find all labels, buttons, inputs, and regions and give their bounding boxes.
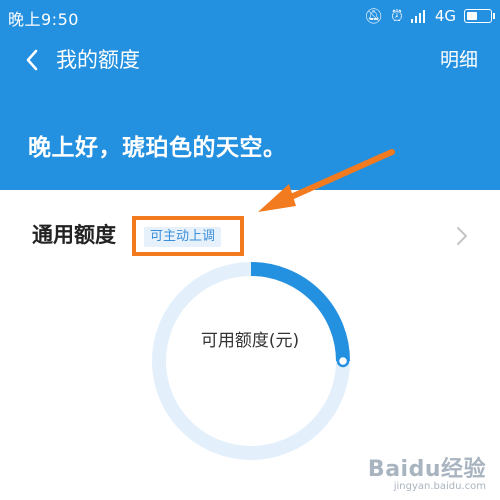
back-button[interactable] xyxy=(12,40,52,80)
quota-title: 通用额度 xyxy=(32,223,116,247)
signal-icon xyxy=(410,9,427,23)
network-type: 4G xyxy=(434,7,456,25)
greeting-text: 晚上好，琥珀色的天空。 xyxy=(28,135,287,161)
watermark-logo: Baidu经验 xyxy=(367,457,486,482)
quota-gauge xyxy=(152,262,350,460)
status-time: 晚上9:50 xyxy=(8,10,79,29)
alarm-icon: ⏰︎ xyxy=(391,7,403,25)
page-title: 我的额度 xyxy=(56,48,140,72)
details-button[interactable]: 明细 xyxy=(440,46,478,74)
greeting-banner: 晚上好，琥珀色的天空。 xyxy=(0,88,500,190)
gauge-knob xyxy=(336,354,350,368)
general-quota-row[interactable]: 通用额度 可主动上调 xyxy=(0,208,500,264)
available-quota-label: 可用额度(元) xyxy=(200,331,300,351)
mute-icon: 🔕︎ xyxy=(364,7,384,25)
status-bar: 晚上9:50 🔕︎ ⏰︎ 4G xyxy=(0,0,500,32)
status-icons: 🔕︎ ⏰︎ 4G xyxy=(364,6,495,26)
baidu-jingyan-watermark: Baidu经验 jingyan.baidu.com xyxy=(368,451,486,492)
chevron-right-icon xyxy=(457,227,467,245)
annotation-highlight-box xyxy=(132,216,244,256)
chevron-left-icon xyxy=(26,49,38,71)
battery-icon xyxy=(464,9,495,23)
app-bar: 我的额度 明细 xyxy=(0,32,500,88)
